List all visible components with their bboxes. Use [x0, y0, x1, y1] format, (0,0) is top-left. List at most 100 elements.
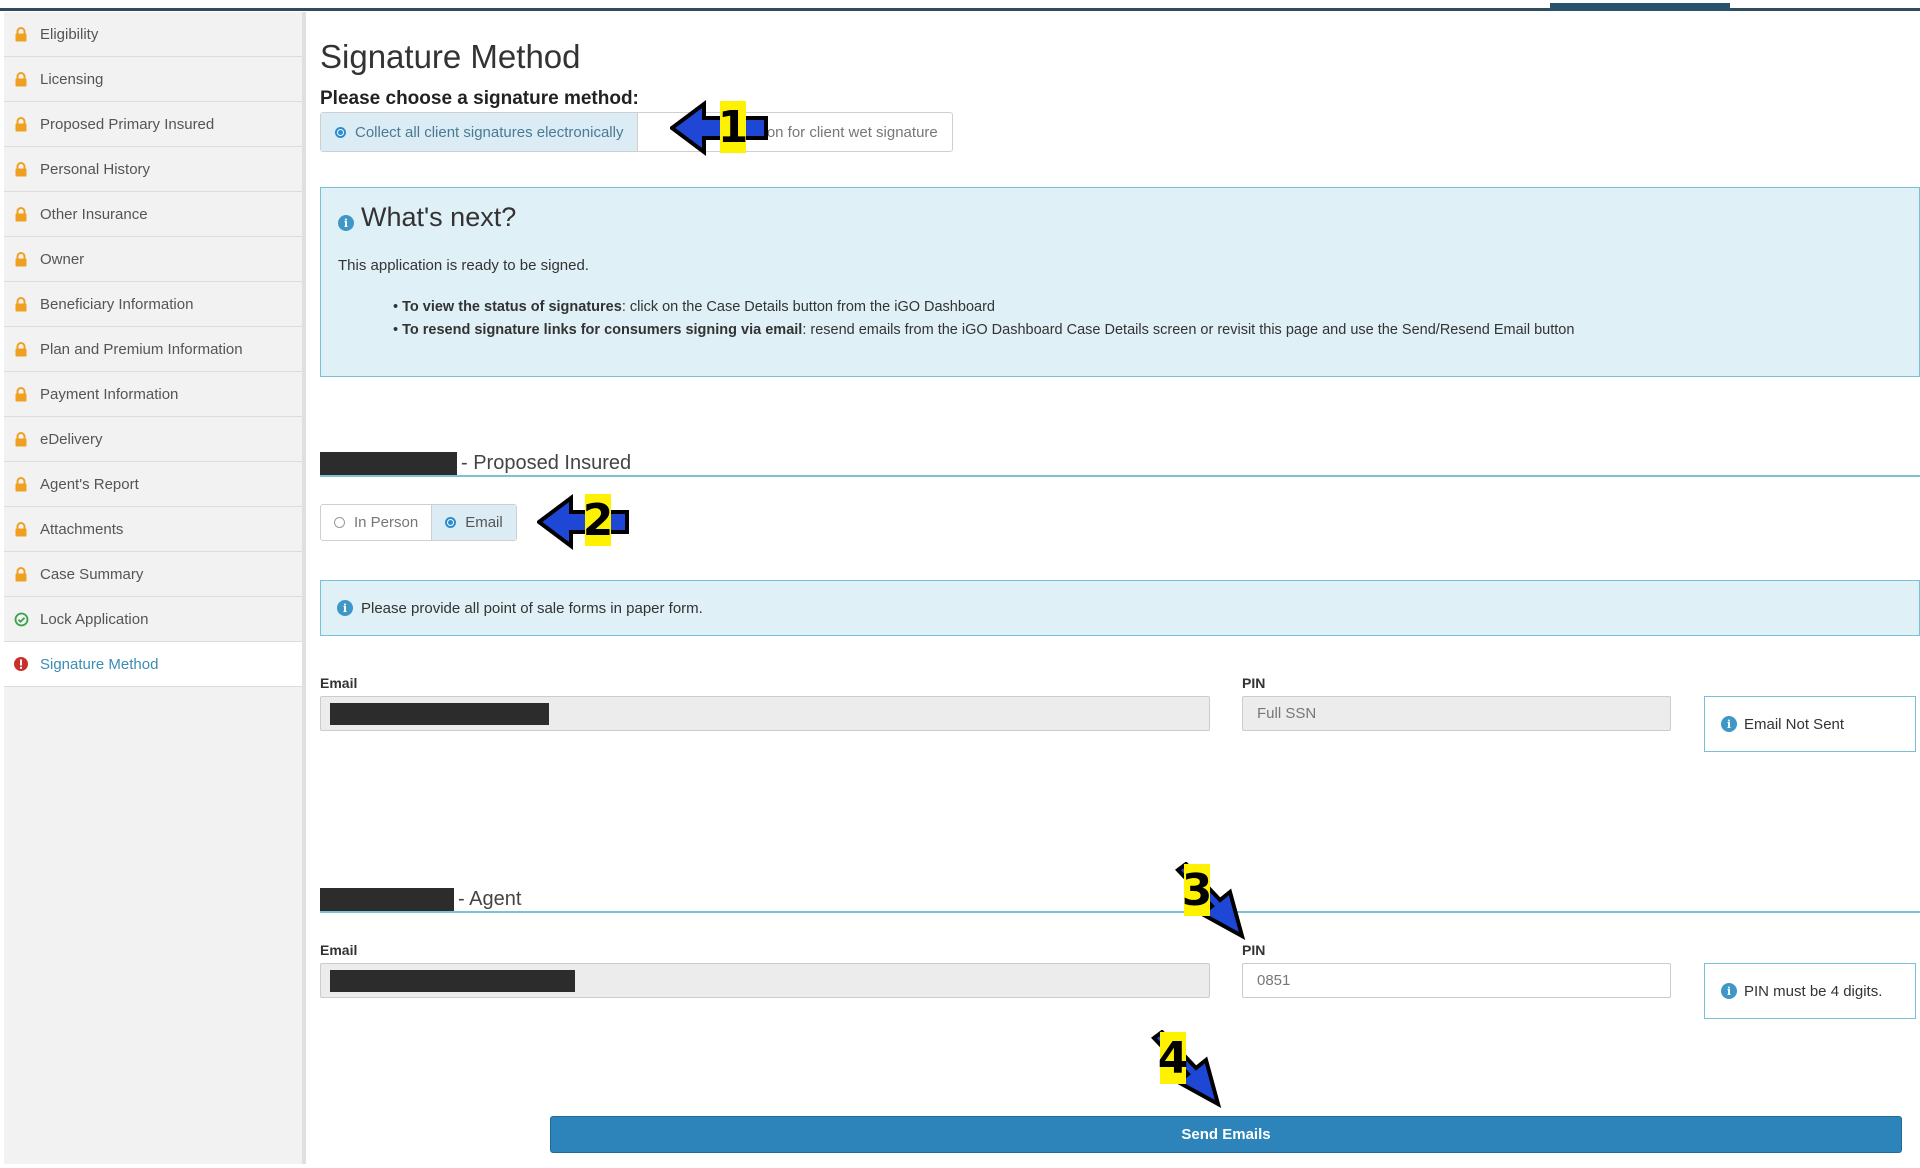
agent-email-label: Email [320, 942, 358, 958]
insured-sign-mode-selector: In Person Email [320, 504, 517, 541]
bullet-text: : click on the Case Details button from … [621, 299, 995, 315]
redacted-name [320, 452, 457, 475]
radio-selected-icon [445, 517, 457, 528]
whats-next-bullet: • To resend signature links for consumer… [393, 322, 1575, 338]
info-icon: i [1721, 983, 1737, 999]
sidebar-item-licensing[interactable]: Licensing [4, 57, 302, 102]
sidebar-item-label: Other Insurance [40, 205, 148, 223]
sidebar-item-lock-application[interactable]: Lock Application [4, 597, 302, 642]
sidebar-item-label: Payment Information [40, 385, 179, 403]
status-text: PIN must be 4 digits. [1744, 982, 1883, 1000]
sidebar-item-proposed-primary-insured[interactable]: Proposed Primary Insured [4, 102, 302, 147]
redacted-email [330, 702, 549, 725]
agent-heading: - Agent [320, 888, 521, 911]
top-border [0, 0, 1920, 11]
sidebar-item-other-insurance[interactable]: Other Insurance [4, 192, 302, 237]
lock-icon [6, 206, 36, 222]
option-collect-electronically[interactable]: Collect all client signatures electronic… [321, 113, 639, 151]
sidebar-item-label: Case Summary [40, 565, 144, 583]
main-content: Signature Method Please choose a signatu… [320, 12, 1920, 1162]
info-icon: i [1721, 716, 1737, 732]
option-label: In Person [354, 514, 419, 531]
send-emails-button[interactable]: Send Emails [550, 1116, 1902, 1153]
option-email[interactable]: Email [431, 505, 516, 540]
insured-email-field[interactable] [320, 696, 1210, 731]
option-label: Email [465, 514, 503, 531]
lock-icon [6, 476, 36, 492]
lock-icon [6, 296, 36, 312]
sidebar-item-agents-report[interactable]: Agent's Report [4, 462, 302, 507]
paper-forms-notice: i Please provide all point of sale forms… [320, 580, 1920, 636]
option-label: Collect all client signatures electronic… [355, 123, 624, 141]
agent-pin-field[interactable]: 0851 [1242, 963, 1671, 998]
radio-empty-icon [334, 517, 345, 528]
bullet-bold-text: To view the status of signatures [402, 299, 622, 315]
annotation-badge-4: 4 [1157, 1032, 1189, 1084]
annotation-badge-1: 1 [717, 101, 749, 153]
insured-email-label: Email [320, 675, 358, 691]
sidebar-item-label: Plan and Premium Information [40, 340, 243, 358]
sidebar-item-signature-method[interactable]: Signature Method [4, 642, 302, 687]
check-circle-icon [6, 612, 36, 627]
sidebar-item-edelivery[interactable]: eDelivery [4, 417, 302, 462]
insured-email-status: i Email Not Sent [1704, 696, 1916, 752]
status-text: Email Not Sent [1744, 715, 1845, 733]
sidebar-item-beneficiary-information[interactable]: Beneficiary Information [4, 282, 302, 327]
sidebar-item-plan-and-premium[interactable]: Plan and Premium Information [4, 327, 302, 372]
lock-icon [6, 251, 36, 267]
active-tab-indicator [1550, 3, 1730, 11]
sidebar-item-eligibility[interactable]: Eligibility [4, 12, 302, 57]
sidebar-item-label: Beneficiary Information [40, 295, 194, 313]
lock-icon [6, 521, 36, 537]
sidebar-item-label: Eligibility [40, 25, 99, 43]
insured-pin-field[interactable]: Full SSN [1242, 696, 1671, 731]
sidebar-item-label: Owner [40, 250, 85, 268]
whats-next-heading: What's next? [361, 202, 517, 232]
page-title: Signature Method [320, 38, 581, 75]
bullet-text: : resend emails from the iGO Dashboard C… [802, 322, 1575, 338]
annotation-badge-2: 2 [582, 494, 614, 546]
option-in-person[interactable]: In Person [321, 505, 431, 540]
sidebar-item-attachments[interactable]: Attachments [4, 507, 302, 552]
whats-next-intro: This application is ready to be signed. [338, 257, 589, 274]
lock-icon [6, 26, 36, 42]
lock-icon [6, 161, 36, 177]
insured-pin-label: PIN [1242, 675, 1266, 691]
lock-icon [6, 386, 36, 402]
section-divider [320, 911, 1920, 913]
sidebar-item-case-summary[interactable]: Case Summary [4, 552, 302, 597]
sidebar-item-label: Agent's Report [40, 475, 139, 493]
lock-icon [6, 431, 36, 447]
agent-pin-label: PIN [1242, 942, 1266, 958]
bullet-bold-text: To resend signature links for consumers … [402, 322, 803, 338]
section-title: - Proposed Insured [461, 452, 632, 474]
notice-text: Please provide all point of sale forms i… [361, 599, 703, 617]
lock-icon [6, 116, 36, 132]
sidebar-item-payment-information[interactable]: Payment Information [4, 372, 302, 417]
section-title: - Agent [458, 888, 522, 910]
lock-icon [6, 71, 36, 87]
sidebar-item-label: Proposed Primary Insured [40, 115, 215, 133]
whats-next-panel: i What's next? This application is ready… [320, 187, 1920, 377]
alert-circle-icon [6, 656, 36, 672]
agent-pin-status: i PIN must be 4 digits. [1704, 963, 1916, 1019]
signature-method-prompt: Please choose a signature method: [320, 88, 639, 109]
sidebar-item-personal-history[interactable]: Personal History [4, 147, 302, 192]
sidebar-item-label: Attachments [40, 520, 124, 538]
info-icon: i [337, 600, 353, 616]
signature-method-selector: Collect all client signatures electronic… [320, 112, 953, 152]
redacted-email [330, 969, 575, 992]
sidebar: Eligibility Licensing Proposed Primary I… [4, 12, 306, 1164]
sidebar-item-owner[interactable]: Owner [4, 237, 302, 282]
sidebar-item-label: Signature Method [40, 655, 159, 673]
sidebar-item-label: Lock Application [40, 610, 149, 628]
lock-icon [6, 341, 36, 357]
agent-email-field[interactable] [320, 963, 1210, 998]
redacted-name [320, 888, 454, 911]
whats-next-bullet: • To view the status of signatures: clic… [393, 299, 995, 315]
lock-icon [6, 566, 36, 582]
annotation-badge-3: 3 [1181, 864, 1213, 916]
section-divider [320, 475, 1920, 477]
proposed-insured-heading: - Proposed Insured [320, 452, 631, 475]
sidebar-item-label: Licensing [40, 70, 104, 88]
